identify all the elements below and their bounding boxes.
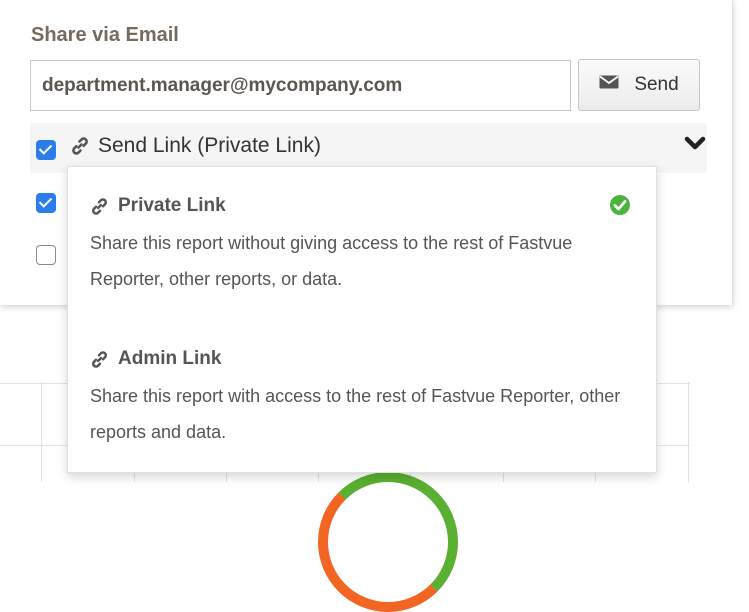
envelope-icon <box>599 75 619 89</box>
link-icon <box>72 137 88 155</box>
background-donut-chart <box>318 472 458 612</box>
menu-item-label: Admin Link <box>118 348 222 369</box>
send-button-label: Send <box>634 74 679 95</box>
share-title: Share via Email <box>31 24 179 46</box>
menu-item-description: Share this report with access to the res… <box>90 386 621 442</box>
chevron-down-icon[interactable] <box>684 136 706 152</box>
link-icon <box>92 197 107 215</box>
link-icon <box>92 350 107 368</box>
check-circle-icon <box>610 195 630 215</box>
send-link-checkbox[interactable] <box>36 140 56 160</box>
option-checkbox-2[interactable] <box>36 193 56 213</box>
option-checkbox-3[interactable] <box>36 245 56 265</box>
send-button[interactable]: Send <box>578 59 700 111</box>
menu-item-label: Private Link <box>118 195 226 216</box>
menu-item-private-link[interactable]: Private Link <box>90 195 226 217</box>
menu-item-admin-link[interactable]: Admin Link <box>90 348 221 370</box>
send-link-label: Send Link (Private Link) <box>98 134 321 157</box>
link-type-menu: Private Link Share this report without g… <box>67 166 657 473</box>
menu-item-description: Share this report without giving access … <box>90 233 573 289</box>
send-link-dropdown[interactable]: Send Link (Private Link) <box>70 134 321 158</box>
email-input[interactable] <box>30 60 571 111</box>
